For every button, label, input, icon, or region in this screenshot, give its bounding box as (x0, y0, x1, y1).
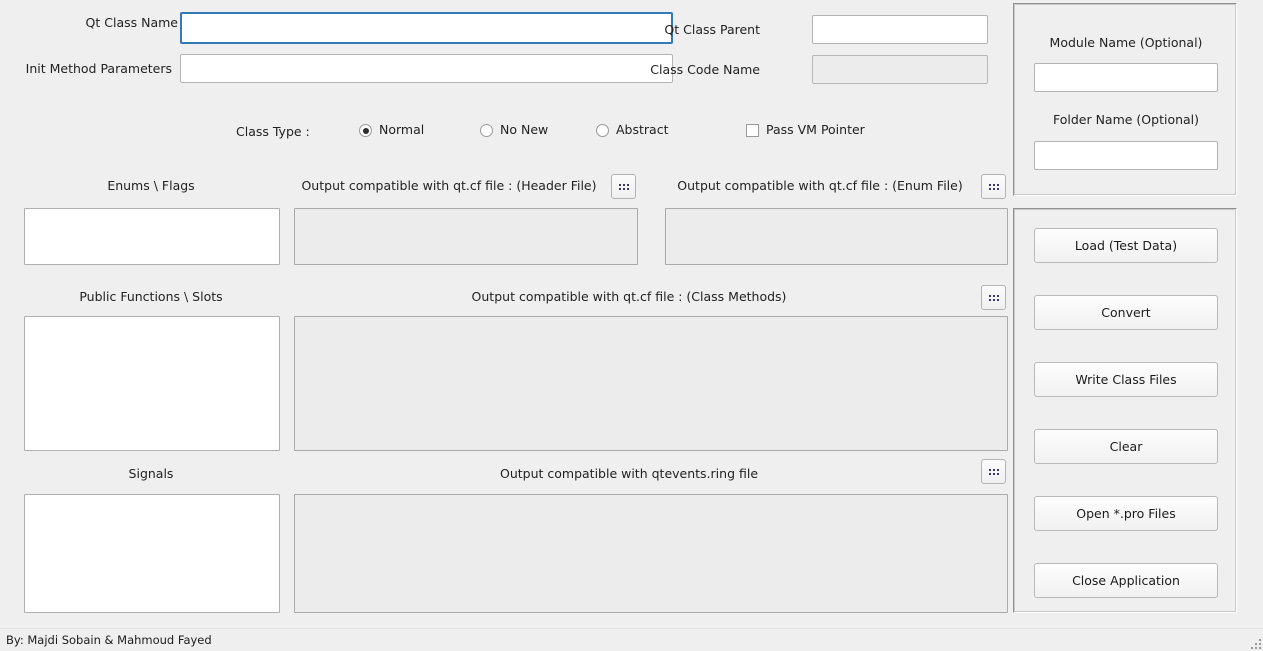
write-class-files-button[interactable]: Write Class Files (1034, 362, 1218, 397)
folder-name-label: Folder Name (Optional) (1014, 114, 1238, 127)
actions-groupbox: Load (Test Data) Convert Write Class Fil… (1013, 208, 1237, 613)
convert-button[interactable]: Convert (1034, 295, 1218, 330)
radio-indicator-abstract (596, 124, 609, 137)
load-test-data-button[interactable]: Load (Test Data) (1034, 228, 1218, 263)
class-methods-output-label: Output compatible with qt.cf file : (Cla… (294, 291, 964, 304)
checkbox-indicator-pass-vm-pointer (746, 124, 759, 137)
radio-label-abstract: Abstract (616, 124, 668, 137)
grip-dots-icon (989, 469, 999, 475)
grip-dots-icon (989, 295, 999, 301)
qtevents-copy-button[interactable] (981, 459, 1006, 484)
signals-input[interactable] (24, 494, 280, 613)
resize-grip-icon[interactable] (1247, 635, 1261, 649)
class-code-name-label: Class Code Name (600, 64, 760, 77)
enum-file-output-label: Output compatible with qt.cf file : (Enu… (665, 180, 975, 193)
enum-file-output-text[interactable] (665, 208, 1008, 265)
close-application-button[interactable]: Close Application (1034, 563, 1218, 598)
radio-label-no-new: No New (500, 124, 548, 137)
clear-button[interactable]: Clear (1034, 429, 1218, 464)
radio-indicator-no-new (480, 124, 493, 137)
qtevents-output-text[interactable] (294, 494, 1008, 613)
radio-class-type-abstract[interactable]: Abstract (596, 124, 668, 137)
radio-class-type-no-new[interactable]: No New (480, 124, 548, 137)
radio-class-type-normal[interactable]: Normal (359, 124, 424, 137)
grip-dots-icon (989, 184, 999, 190)
status-bar: By: Majdi Sobain & Mahmoud Fayed (0, 628, 1263, 651)
grip-dots-icon (619, 184, 629, 190)
radio-indicator-normal (359, 124, 372, 137)
init-method-parameters-label: Init Method Parameters (20, 63, 172, 76)
header-file-output-label: Output compatible with qt.cf file : (Hea… (294, 180, 604, 193)
open-pro-files-button[interactable]: Open *.pro Files (1034, 496, 1218, 531)
signals-label: Signals (22, 468, 280, 481)
radio-label-normal: Normal (379, 124, 424, 137)
enums-flags-label: Enums \ Flags (22, 180, 280, 193)
qtevents-output-label: Output compatible with qtevents.ring fil… (294, 468, 964, 481)
public-functions-slots-label: Public Functions \ Slots (22, 291, 280, 304)
header-file-output-text[interactable] (294, 208, 638, 265)
qt-class-parent-label: Qt Class Parent (600, 24, 760, 37)
module-name-input[interactable] (1034, 63, 1218, 92)
module-name-label: Module Name (Optional) (1014, 37, 1238, 50)
class-code-name-input[interactable] (812, 55, 988, 84)
application-window: Qt Class Name Qt Class Parent Init Metho… (0, 0, 1263, 651)
qt-class-parent-input[interactable] (812, 15, 988, 44)
class-type-label: Class Type : (236, 126, 310, 139)
qt-class-name-label: Qt Class Name (20, 17, 178, 30)
enums-flags-input[interactable] (24, 208, 280, 265)
optional-names-groupbox: Module Name (Optional) Folder Name (Opti… (1013, 3, 1237, 196)
class-methods-output-text[interactable] (294, 316, 1008, 451)
header-file-copy-button[interactable] (611, 174, 636, 199)
public-functions-slots-input[interactable] (24, 316, 280, 451)
checkbox-pass-vm-pointer[interactable]: Pass VM Pointer (746, 124, 865, 137)
enum-file-copy-button[interactable] (981, 174, 1006, 199)
status-credit-text: By: Majdi Sobain & Mahmoud Fayed (6, 633, 212, 647)
checkbox-label-pass-vm-pointer: Pass VM Pointer (766, 124, 865, 137)
class-methods-copy-button[interactable] (981, 285, 1006, 310)
folder-name-input[interactable] (1034, 141, 1218, 170)
